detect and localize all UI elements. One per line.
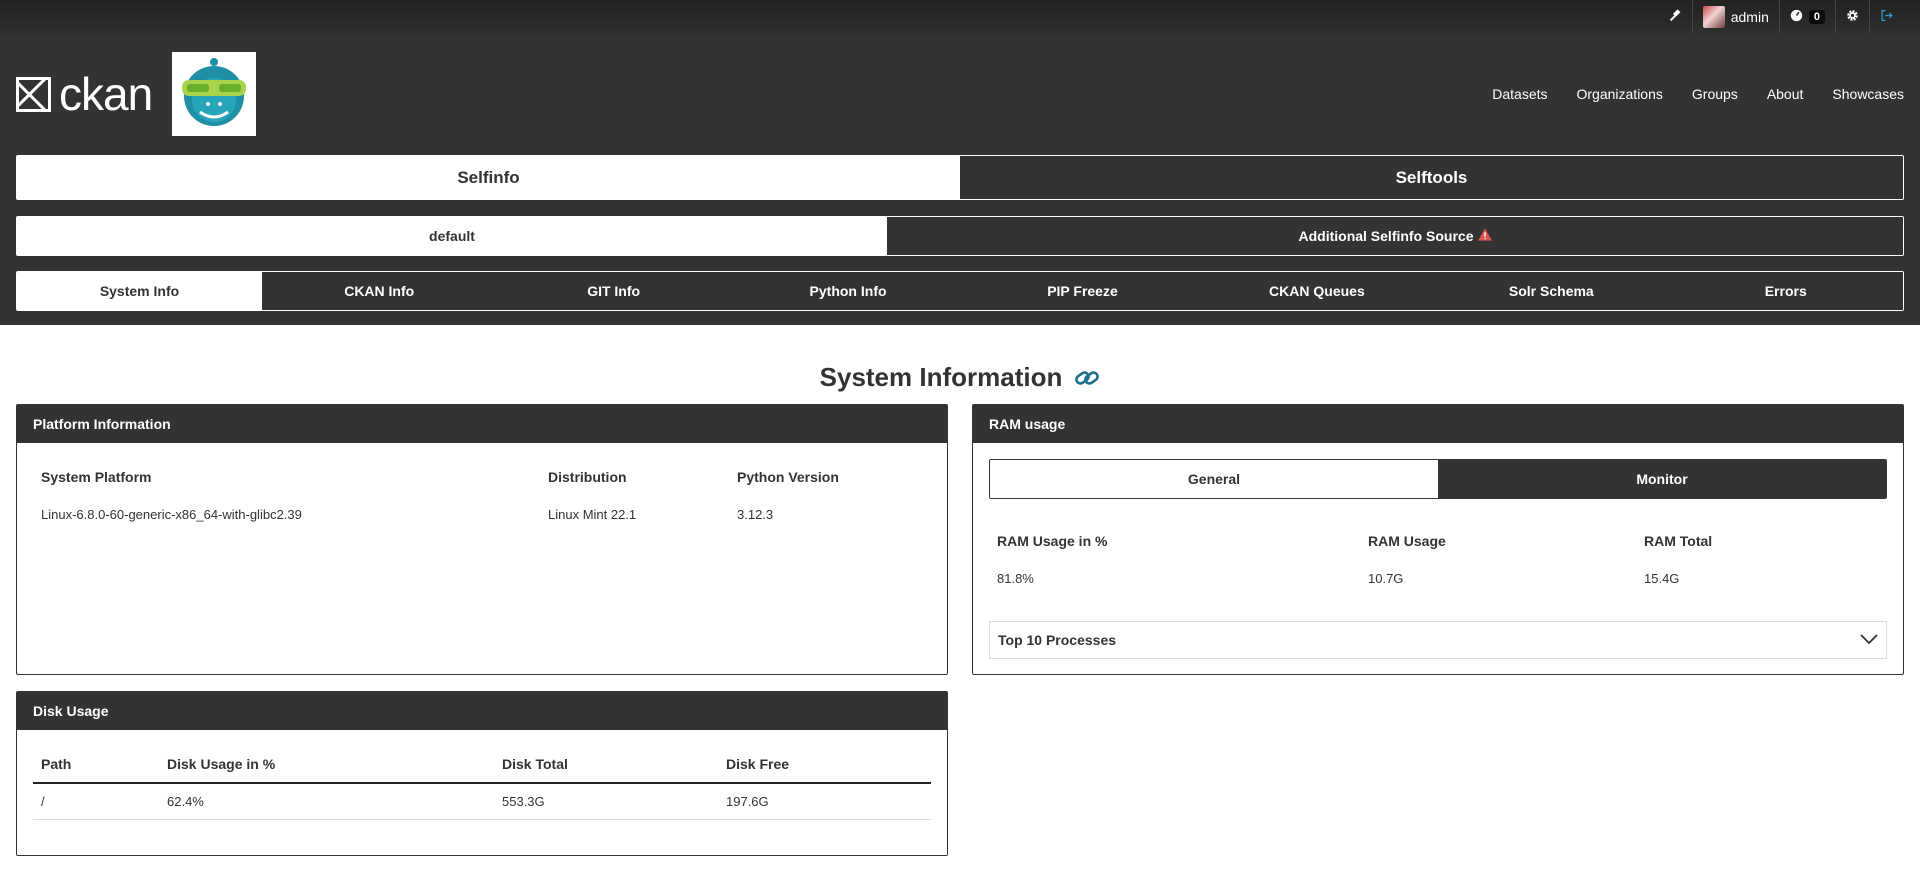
tab-git-info[interactable]: GIT Info — [496, 272, 731, 310]
disk-header-path: Path — [33, 746, 159, 784]
tab-ckan-queues[interactable]: CKAN Queues — [1199, 272, 1435, 310]
disk-usage-heading: Disk Usage — [17, 692, 947, 730]
platform-value-python: 3.12.3 — [737, 507, 774, 522]
tab-ram-general[interactable]: General — [990, 460, 1438, 498]
ram-value-usage: 10.7G — [1368, 571, 1404, 586]
gear-icon — [1846, 9, 1859, 25]
tab-source-default[interactable]: default — [17, 217, 887, 255]
main-tabs: Selfinfo Selftools — [16, 155, 1904, 200]
top-processes-label: Top 10 Processes — [998, 632, 1117, 648]
ram-usage-panel: RAM usage General Monitor RAM Usage in %… — [972, 404, 1904, 675]
ckan-brand-text: ckan — [59, 68, 153, 120]
tab-selftools[interactable]: Selftools — [960, 156, 1903, 199]
link-icon[interactable] — [1074, 367, 1100, 389]
tab-system-info[interactable]: System Info — [17, 272, 262, 310]
tab-pip-freeze[interactable]: PIP Freeze — [965, 272, 1200, 310]
page-title: System Information — [16, 358, 1904, 397]
table-row: / 62.4% 553.3G 197.6G — [33, 783, 931, 820]
tab-python-info[interactable]: Python Info — [730, 272, 966, 310]
platform-info-panel: Platform Information System Platform Dis… — [16, 404, 948, 675]
source-tabs: default Additional Selfinfo Source — [16, 216, 1904, 256]
avatar — [1702, 5, 1725, 28]
top-processes-accordion[interactable]: Top 10 Processes — [989, 621, 1887, 659]
disk-cell-free: 197.6G — [718, 783, 931, 820]
disk-header-total: Disk Total — [494, 746, 718, 784]
disk-header-free: Disk Free — [718, 746, 931, 784]
masthead: ckan Datasets Organizations Groups About… — [0, 33, 1920, 325]
platform-header-distribution: Distribution — [548, 469, 627, 485]
tab-source-additional[interactable]: Additional Selfinfo Source — [887, 217, 1903, 255]
logout-link[interactable] — [1869, 0, 1904, 33]
sysadmin-link[interactable] — [1659, 0, 1692, 33]
disk-usage-table: Path Disk Usage in % Disk Total Disk Fre… — [33, 746, 931, 820]
platform-header-system: System Platform — [41, 469, 152, 485]
page-title-text: System Information — [819, 362, 1063, 392]
platform-info-heading: Platform Information — [17, 405, 947, 443]
table-header-row: Path Disk Usage in % Disk Total Disk Fre… — [33, 746, 931, 784]
tab-ram-monitor[interactable]: Monitor — [1438, 460, 1886, 498]
settings-link[interactable] — [1835, 0, 1869, 33]
username: admin — [1730, 8, 1769, 25]
chevron-down-icon — [1860, 632, 1878, 648]
ckan-logo[interactable]: ckan — [16, 67, 153, 121]
account-masthead: admin 0 — [0, 0, 1920, 33]
disk-header-usage-percent: Disk Usage in % — [159, 746, 494, 784]
disk-cell-total: 553.3G — [494, 783, 718, 820]
ram-value-percent: 81.8% — [997, 571, 1034, 586]
nav-groups[interactable]: Groups — [1692, 86, 1738, 102]
main-content: System Information — [0, 358, 1920, 397]
nav-showcases[interactable]: Showcases — [1832, 86, 1904, 102]
ram-header-total: RAM Total — [1644, 533, 1713, 549]
tab-errors[interactable]: Errors — [1668, 272, 1903, 310]
nav-datasets[interactable]: Datasets — [1492, 86, 1547, 102]
ram-value-total: 15.4G — [1644, 571, 1680, 586]
ckan-logo-icon — [16, 76, 51, 112]
ram-tabs: General Monitor — [989, 459, 1887, 499]
site-logo[interactable] — [172, 52, 257, 136]
user-profile-link[interactable]: admin — [1691, 0, 1779, 33]
info-tabs: System Info CKAN Info GIT Info Python In… — [16, 271, 1904, 311]
gavel-icon — [1669, 8, 1682, 25]
tab-selfinfo[interactable]: Selfinfo — [17, 156, 960, 199]
platform-value-system: Linux-6.8.0-60-generic-x86_64-with-glibc… — [41, 507, 302, 522]
tab-solr-schema[interactable]: Solr Schema — [1434, 272, 1669, 310]
tab-source-additional-label: Additional Selfinfo Source — [1298, 228, 1474, 244]
site-nav: Datasets Organizations Groups About Show… — [1492, 86, 1904, 102]
platform-header-python: Python Version — [737, 469, 839, 485]
disk-cell-usage-percent: 62.4% — [159, 783, 494, 820]
nav-organizations[interactable]: Organizations — [1577, 86, 1663, 102]
platform-value-distribution: Linux Mint 22.1 — [548, 507, 637, 522]
disk-cell-path: / — [33, 783, 159, 820]
warning-icon — [1477, 228, 1492, 244]
disk-usage-panel: Disk Usage Path Disk Usage in % Disk Tot… — [16, 691, 948, 856]
dashboard-icon — [1790, 9, 1803, 25]
notification-badge: 0 — [1808, 9, 1825, 24]
ram-header-usage: RAM Usage — [1368, 533, 1446, 549]
nav-about[interactable]: About — [1767, 86, 1804, 102]
dashboard-link[interactable]: 0 — [1778, 0, 1835, 33]
monkey-logo-icon — [182, 58, 247, 126]
tab-ckan-info[interactable]: CKAN Info — [262, 272, 497, 310]
ram-usage-heading: RAM usage — [973, 405, 1903, 443]
sign-out-icon — [1880, 9, 1894, 25]
ram-header-percent: RAM Usage in % — [997, 533, 1108, 549]
